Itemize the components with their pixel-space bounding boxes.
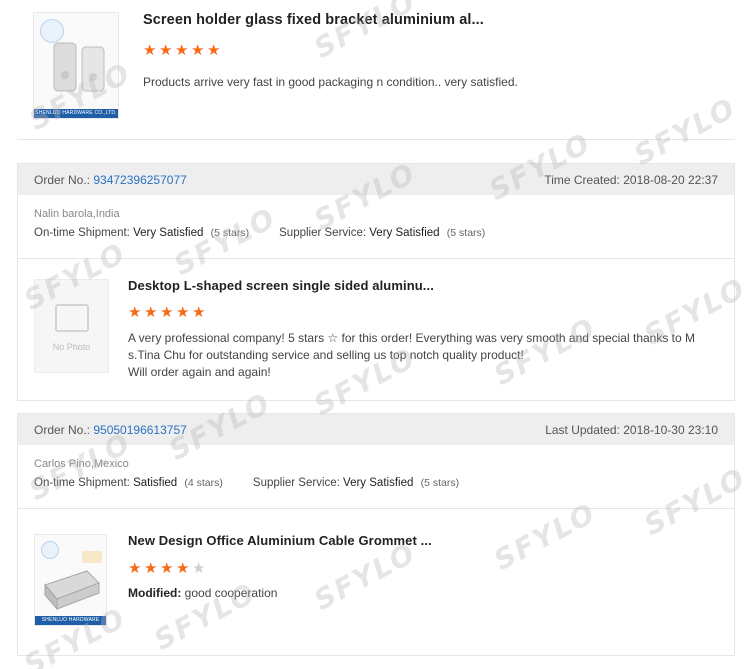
- review-card-2: Order No.: 93472396257077 Time Created: …: [17, 163, 735, 401]
- modified-review: Modified: good cooperation: [128, 585, 277, 602]
- time-value: 2018-10-30 23:10: [623, 422, 718, 437]
- review-line: A very professional company! 5 stars ☆ f…: [128, 331, 696, 345]
- no-photo-label: No Photo: [52, 342, 91, 352]
- star-filled-icon: ★: [160, 304, 174, 321]
- star-filled-icon: ★: [191, 42, 205, 59]
- shipment-rating: On-time Shipment: Very Satisfied (5 star…: [34, 227, 249, 239]
- supplier-rating: Supplier Service: Very Satisfied (5 star…: [279, 227, 485, 239]
- order-number-group: Order No.: 95050196613757: [34, 423, 187, 437]
- order-bar: Order No.: 95050196613757 Last Updated: …: [18, 414, 734, 445]
- star-filled-icon: ★: [144, 304, 158, 321]
- star-empty-icon: ★: [192, 560, 206, 577]
- review-card-1: SHENLUO HARDWARE CO.,LTD. Screen holder …: [17, 0, 735, 140]
- star-filled-icon: ★: [207, 42, 221, 59]
- order-bar: Order No.: 93472396257077 Time Created: …: [18, 164, 734, 195]
- image-placeholder-icon: [55, 304, 89, 332]
- order-time: Time Created: 2018-08-20 22:37: [544, 173, 718, 187]
- supplier-label: Supplier Service:: [252, 477, 340, 489]
- buyer-name: Carlos Pino,Mexico: [34, 458, 129, 470]
- buyer-name: Nalin barola,India: [34, 208, 120, 220]
- star-filled-icon: ★: [143, 42, 157, 59]
- shipment-stars-note: (5 stars): [210, 227, 250, 239]
- star-filled-icon: ★: [175, 42, 189, 59]
- supplier-value: Very Satisfied: [369, 227, 440, 239]
- star-filled-icon: ★: [144, 560, 158, 577]
- shipment-rating: On-time Shipment: Satisfied (4 stars): [34, 477, 223, 489]
- modified-label: Modified:: [128, 586, 182, 600]
- review-line: Will order again and again!: [128, 365, 271, 379]
- product-thumbnail[interactable]: SHENLUO HARDWARE CO.,LTD.: [34, 534, 107, 626]
- rating-stars: ★ ★ ★ ★ ★: [143, 42, 221, 59]
- order-time: Last Updated: 2018-10-30 23:10: [545, 423, 718, 437]
- thumb-brand-strip: SHENLUO HARDWARE CO.,LTD.: [34, 109, 118, 118]
- star-filled-icon: ★: [128, 304, 142, 321]
- star-filled-icon: ★: [159, 42, 173, 59]
- star-filled-icon: ★: [160, 560, 174, 577]
- time-label: Time Created:: [544, 172, 620, 187]
- star-filled-icon: ★: [128, 560, 142, 577]
- time-label: Last Updated:: [545, 422, 620, 437]
- star-filled-icon: ★: [176, 560, 190, 577]
- modified-text: good cooperation: [184, 586, 278, 600]
- order-label: Order No.:: [34, 172, 91, 187]
- order-label: Order No.:: [34, 422, 91, 437]
- order-number-link[interactable]: 93472396257077: [93, 173, 186, 187]
- review-text: Products arrive very fast in good packag…: [143, 75, 518, 89]
- product-title-link[interactable]: Desktop L-shaped screen single sided alu…: [128, 278, 434, 293]
- supplier-label: Supplier Service:: [279, 227, 367, 239]
- buyer-info: Carlos Pino,Mexico On-time Shipment: Sat…: [18, 445, 734, 509]
- product-title-link[interactable]: Screen holder glass fixed bracket alumin…: [143, 12, 484, 28]
- product-title-link[interactable]: New Design Office Aluminium Cable Gromme…: [128, 533, 432, 548]
- shipment-stars-note: (4 stars): [184, 477, 223, 489]
- shipment-label: On-time Shipment:: [34, 227, 130, 239]
- no-photo-placeholder: No Photo: [34, 279, 109, 373]
- buyer-info: Nalin barola,India On-time Shipment: Ver…: [18, 195, 734, 259]
- supplier-rating: Supplier Service: Very Satisfied (5 star…: [253, 477, 459, 489]
- order-number-link[interactable]: 95050196613757: [93, 423, 186, 437]
- grommet-product-image: [44, 551, 102, 611]
- star-filled-icon: ★: [192, 304, 206, 321]
- supplier-ratings: On-time Shipment: Very Satisfied (5 star…: [34, 227, 718, 239]
- time-value: 2018-08-20 22:37: [623, 172, 718, 187]
- shipment-value: Very Satisfied: [133, 227, 204, 239]
- review-text: A very professional company! 5 stars ☆ f…: [128, 330, 728, 381]
- shipment-value: Satisfied: [133, 477, 178, 489]
- order-number-group: Order No.: 93472396257077: [34, 173, 187, 187]
- rating-stars: ★ ★ ★ ★ ★: [128, 560, 206, 577]
- thumb-brand-strip: SHENLUO HARDWARE CO.,LTD.: [35, 616, 106, 625]
- supplier-stars-note: (5 stars): [446, 227, 486, 239]
- shipment-label: On-time Shipment:: [34, 477, 130, 489]
- review-card-3: Order No.: 95050196613757 Last Updated: …: [17, 413, 735, 656]
- bracket-product-image: [53, 42, 105, 92]
- star-filled-icon: ★: [176, 304, 190, 321]
- product-thumbnail[interactable]: SHENLUO HARDWARE CO.,LTD.: [33, 12, 119, 119]
- review-line: s.Tina Chu for outstanding service and s…: [128, 348, 524, 362]
- supplier-ratings: On-time Shipment: Satisfied (4 stars) Su…: [34, 477, 718, 489]
- supplier-value: Very Satisfied: [343, 477, 414, 489]
- rating-stars: ★ ★ ★ ★ ★: [128, 304, 206, 321]
- supplier-stars-note: (5 stars): [420, 477, 460, 489]
